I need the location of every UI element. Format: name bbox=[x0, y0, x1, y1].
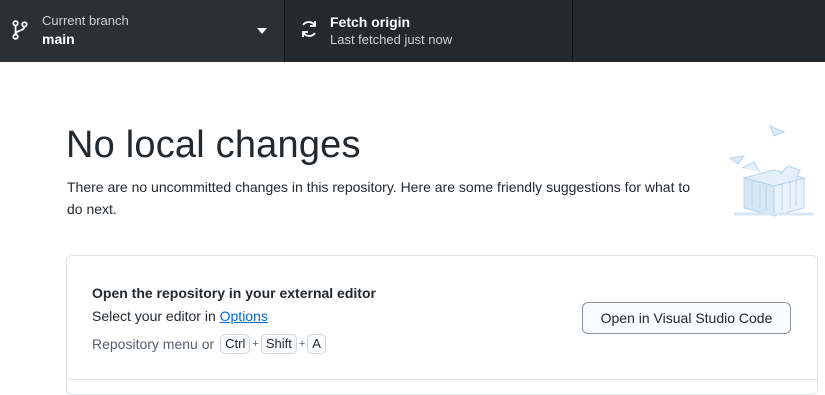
app-toolbar: Current branch main Fetch origin Last fe… bbox=[0, 0, 825, 62]
fetch-origin-button[interactable]: Fetch origin Last fetched just now bbox=[285, 0, 573, 62]
suggestion-line-prefix: Select your editor in bbox=[92, 308, 220, 324]
page-description: There are no uncommitted changes in this… bbox=[67, 179, 691, 217]
card-divider bbox=[67, 379, 817, 380]
key-a: A bbox=[307, 334, 326, 354]
key-shift: Shift bbox=[260, 334, 297, 354]
options-link[interactable]: Options bbox=[220, 308, 268, 324]
fetch-origin-subtitle: Last fetched just now bbox=[330, 32, 453, 47]
current-branch-label: Current branch bbox=[42, 13, 129, 28]
sync-icon bbox=[302, 21, 316, 37]
suggestion-card: Open the repository in your external edi… bbox=[66, 255, 818, 395]
toolbar-empty-space bbox=[573, 0, 825, 62]
git-branch-icon bbox=[12, 20, 28, 40]
key-ctrl: Ctrl bbox=[220, 334, 251, 354]
page-title: No local changes bbox=[66, 124, 361, 166]
suggestion-description: Select your editor in Options bbox=[92, 308, 268, 324]
current-branch-button[interactable]: Current branch main bbox=[0, 0, 285, 62]
open-in-editor-button[interactable]: Open in Visual Studio Code bbox=[582, 302, 791, 334]
key-plus: + bbox=[252, 338, 259, 350]
current-branch-name: main bbox=[42, 31, 75, 47]
suggestion-title: Open the repository in your external edi… bbox=[92, 285, 376, 301]
empty-state-illustration bbox=[728, 125, 814, 217]
key-plus: + bbox=[298, 338, 306, 350]
keyboard-shortcut-hint: Repository menu or Ctrl + Shift + A bbox=[92, 334, 326, 354]
fetch-origin-title: Fetch origin bbox=[330, 14, 411, 30]
chevron-down-icon bbox=[257, 28, 267, 34]
shortcut-prefix: Repository menu or bbox=[92, 336, 215, 352]
